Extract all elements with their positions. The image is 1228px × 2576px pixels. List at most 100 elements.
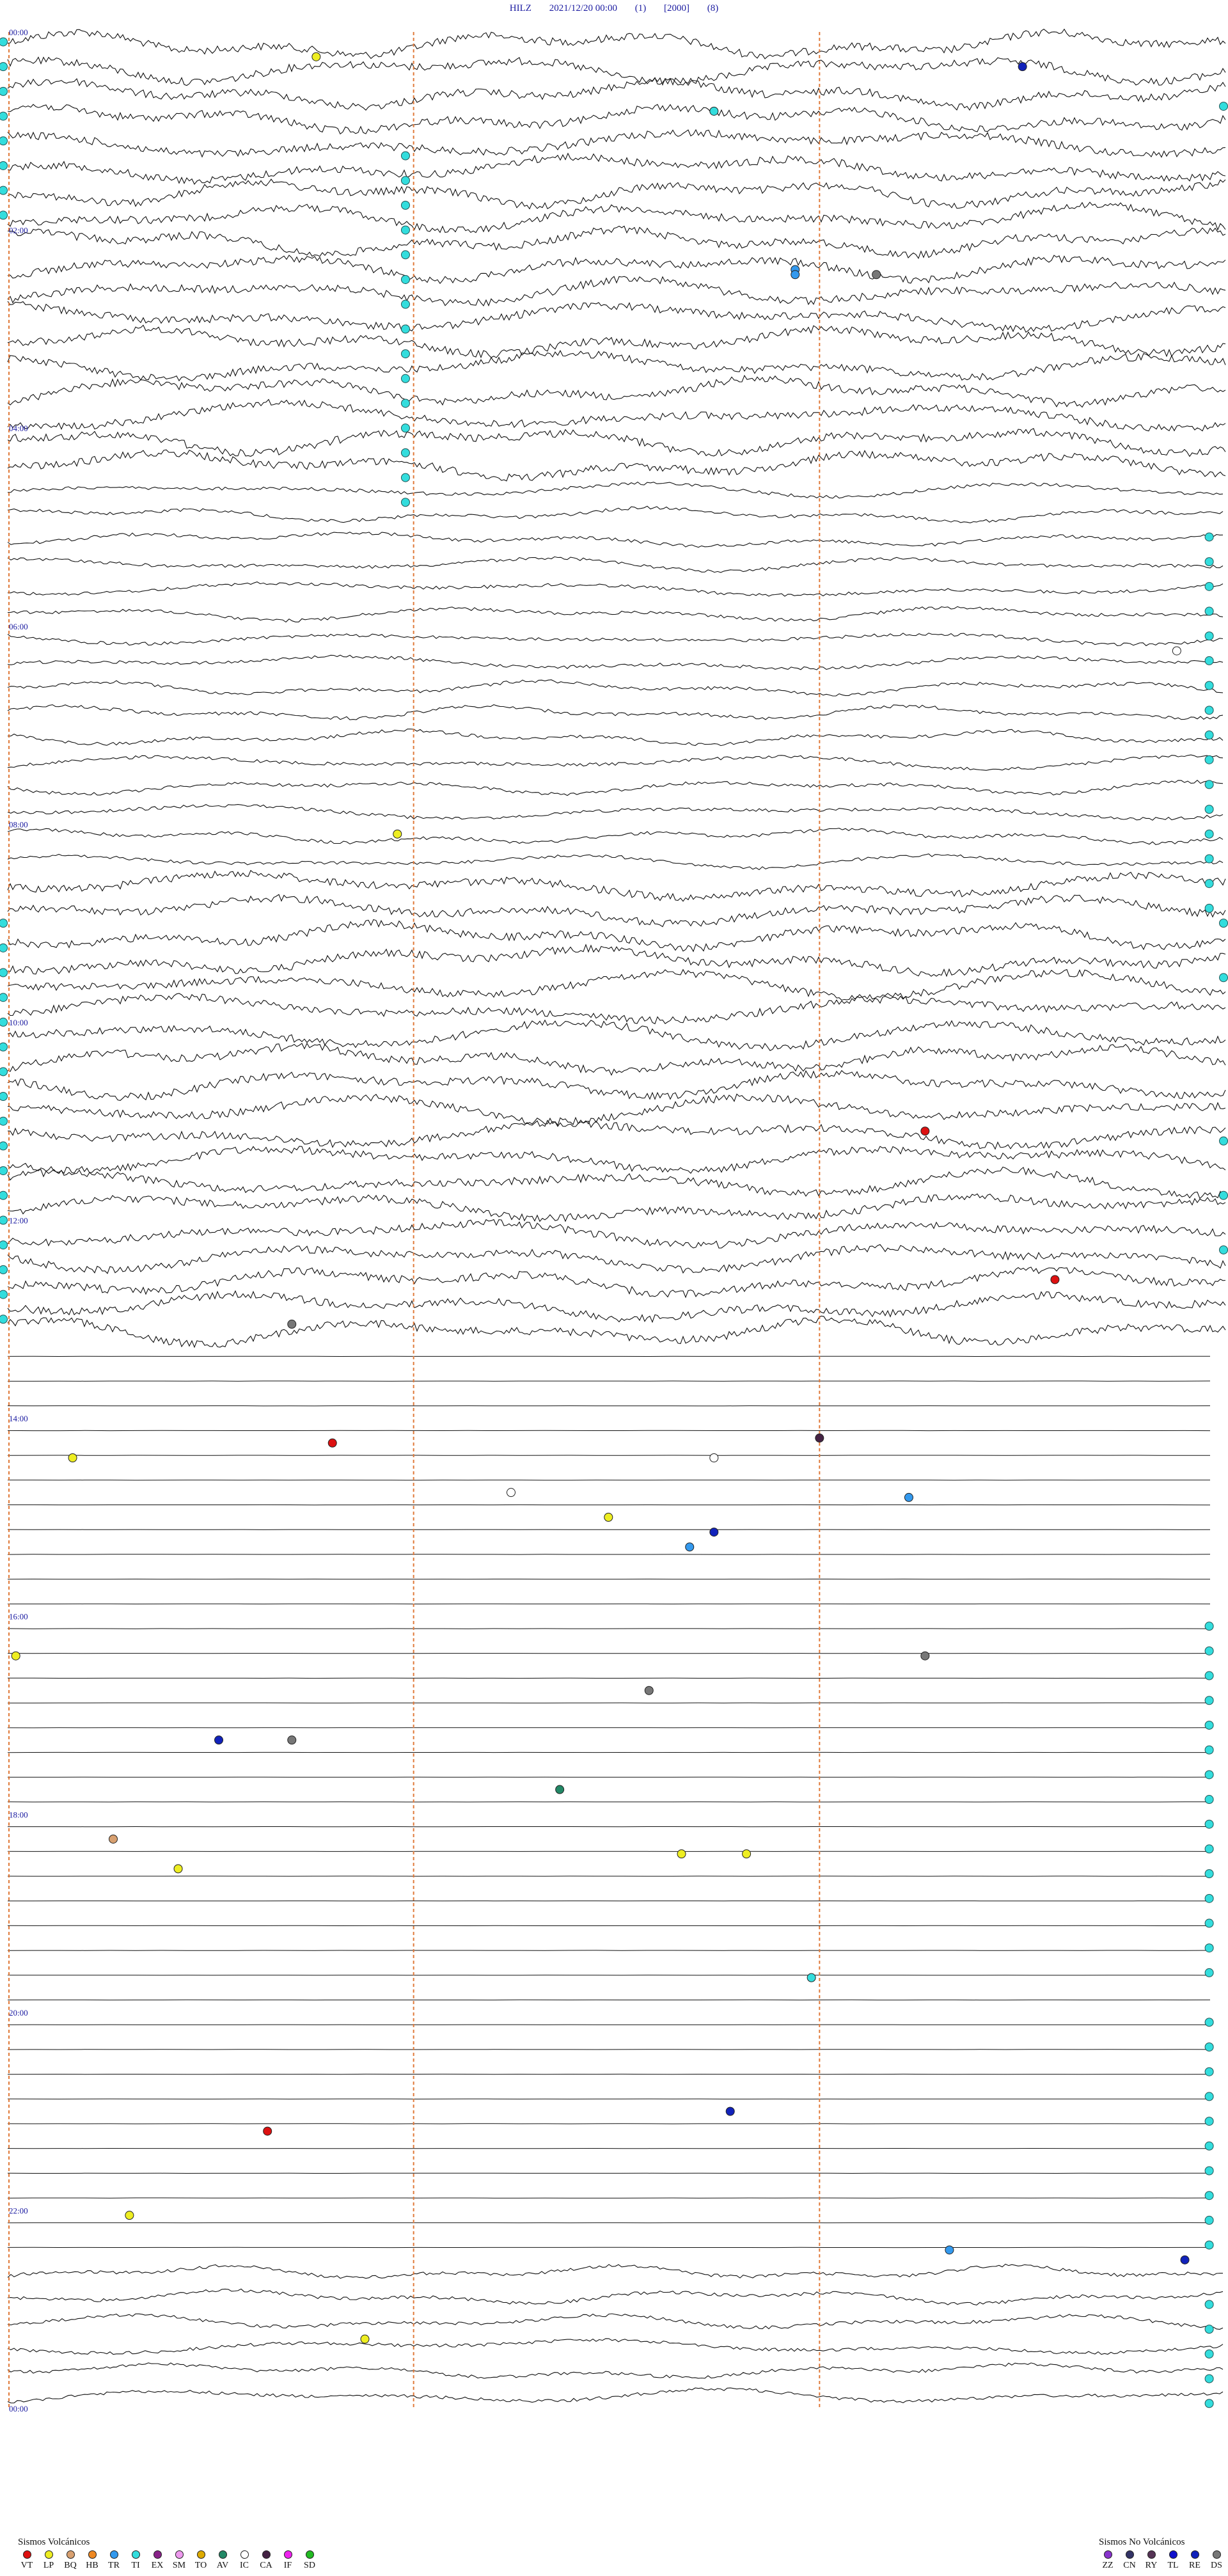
event-marker-vt[interactable] bbox=[263, 2126, 272, 2136]
tremor-marker bbox=[1204, 1646, 1214, 1655]
event-marker-ds[interactable] bbox=[872, 270, 881, 280]
tremor-marker bbox=[1204, 829, 1214, 839]
minute-gridlines bbox=[8, 32, 821, 2408]
event-marker-ds[interactable] bbox=[287, 1320, 297, 1329]
hour-label: 10:00 bbox=[9, 1018, 28, 1027]
event-marker-lp[interactable] bbox=[68, 1453, 77, 1462]
tremor-marker bbox=[400, 374, 410, 383]
event-marker-tr[interactable] bbox=[685, 1542, 695, 1552]
trace-row bbox=[7, 606, 1224, 623]
tremor-marker bbox=[1204, 780, 1214, 789]
event-marker-ds[interactable] bbox=[920, 1651, 930, 1661]
event-marker-ds[interactable] bbox=[644, 1686, 654, 1695]
legend-dot-icon bbox=[305, 2550, 314, 2559]
trace-row bbox=[7, 2362, 1224, 2379]
event-marker-lp[interactable] bbox=[11, 1651, 20, 1661]
tremor-marker bbox=[1204, 1918, 1214, 1928]
tremor-marker bbox=[1219, 1245, 1228, 1254]
event-marker-vt[interactable] bbox=[920, 1126, 930, 1136]
legend-code: DS bbox=[1211, 2561, 1222, 2570]
tremor-marker bbox=[0, 919, 8, 928]
tremor-marker bbox=[400, 498, 410, 507]
event-marker-re[interactable] bbox=[1180, 2255, 1190, 2264]
event-marker-re[interactable] bbox=[1018, 62, 1027, 72]
legend-item-av: AV bbox=[214, 2550, 232, 2571]
event-marker-ic[interactable] bbox=[709, 1453, 719, 1462]
trace-row bbox=[7, 178, 1226, 210]
event-marker-tr[interactable] bbox=[791, 270, 800, 280]
event-marker-vt[interactable] bbox=[327, 1438, 337, 1448]
event-marker-lp[interactable] bbox=[173, 1864, 183, 1874]
event-marker-lp[interactable] bbox=[360, 2334, 370, 2344]
event-marker-re[interactable] bbox=[214, 1735, 224, 1745]
event-marker-ca[interactable] bbox=[815, 1434, 824, 1443]
legend-code: ZZ bbox=[1102, 2561, 1114, 2570]
event-marker-ti[interactable] bbox=[807, 1973, 816, 1982]
event-marker-lp[interactable] bbox=[677, 1849, 686, 1859]
tremor-marker bbox=[1204, 656, 1214, 665]
event-marker-ds[interactable] bbox=[287, 1735, 297, 1745]
legend-item-ti: TI bbox=[127, 2550, 145, 2571]
tremor-marker bbox=[400, 349, 410, 359]
tremor-marker bbox=[0, 62, 8, 72]
legend-item-zz: ZZ bbox=[1099, 2550, 1117, 2571]
trace-row bbox=[7, 1119, 1226, 1150]
tremor-marker bbox=[0, 1240, 8, 1250]
trace-row bbox=[7, 129, 1226, 158]
tremor-marker bbox=[1219, 973, 1228, 983]
trace-row bbox=[7, 1267, 1226, 1299]
trace-row bbox=[7, 505, 1224, 523]
event-marker-ic[interactable] bbox=[506, 1488, 516, 1497]
event-marker-re[interactable] bbox=[725, 2106, 735, 2116]
legend-item-lp: LP bbox=[40, 2550, 58, 2571]
tremor-marker bbox=[1204, 2399, 1214, 2408]
legend-item-sd: SD bbox=[301, 2550, 319, 2571]
event-marker-lp[interactable] bbox=[742, 1849, 752, 1859]
tremor-marker bbox=[1204, 805, 1214, 814]
tremor-marker bbox=[1204, 532, 1214, 542]
hour-label: 08:00 bbox=[9, 819, 28, 829]
event-marker-tr[interactable] bbox=[945, 2245, 954, 2255]
tremor-marker bbox=[0, 1042, 8, 1052]
tremor-marker bbox=[1204, 1720, 1214, 1730]
tremor-marker bbox=[400, 176, 410, 186]
event-marker-lp[interactable] bbox=[311, 52, 321, 61]
trace-row bbox=[7, 2263, 1223, 2279]
legend-dot-icon bbox=[1190, 2550, 1199, 2559]
tremor-marker bbox=[1204, 2349, 1214, 2359]
tremor-marker bbox=[400, 448, 410, 457]
legend-dot-icon bbox=[66, 2550, 75, 2559]
trace-row bbox=[7, 803, 1224, 821]
legend-nonvolcanic: Sismos No Volcánicos ZZ CN RY TL RE DS bbox=[1099, 2537, 1225, 2571]
tremor-marker bbox=[400, 423, 410, 433]
tremor-marker bbox=[0, 1017, 8, 1027]
trace-row bbox=[7, 828, 1224, 845]
legend-dot-icon bbox=[240, 2550, 249, 2559]
legend-item-sm: SM bbox=[170, 2550, 188, 2571]
event-marker-bq[interactable] bbox=[109, 1834, 118, 1844]
tremor-marker bbox=[1219, 1190, 1228, 1200]
event-marker-ic[interactable] bbox=[1172, 646, 1181, 656]
event-marker-ti[interactable] bbox=[709, 106, 719, 116]
hour-label: 22:00 bbox=[9, 2206, 28, 2215]
trace-row bbox=[7, 56, 1226, 86]
event-marker-lp[interactable] bbox=[125, 2211, 134, 2220]
event-marker-vt[interactable] bbox=[1050, 1275, 1060, 1284]
tremor-marker bbox=[1204, 631, 1214, 641]
hour-label: 02:00 bbox=[9, 226, 28, 235]
tremor-marker bbox=[1204, 1869, 1214, 1879]
event-marker-lp[interactable] bbox=[393, 829, 402, 839]
legend-dot-icon bbox=[218, 2550, 227, 2559]
event-marker-re[interactable] bbox=[709, 1528, 719, 1537]
tremor-marker bbox=[1204, 1943, 1214, 1953]
tremor-marker bbox=[1204, 2043, 1214, 2052]
event-marker-av[interactable] bbox=[555, 1785, 565, 1794]
event-marker-tr[interactable] bbox=[904, 1492, 913, 1502]
legend-code: CN bbox=[1123, 2561, 1136, 2570]
tremor-marker bbox=[0, 210, 8, 220]
tremor-marker bbox=[1204, 681, 1214, 690]
tremor-marker bbox=[1204, 1622, 1214, 1631]
legend-item-tr: TR bbox=[105, 2550, 123, 2571]
event-marker-lp[interactable] bbox=[604, 1512, 613, 1522]
tremor-marker bbox=[0, 1141, 8, 1151]
